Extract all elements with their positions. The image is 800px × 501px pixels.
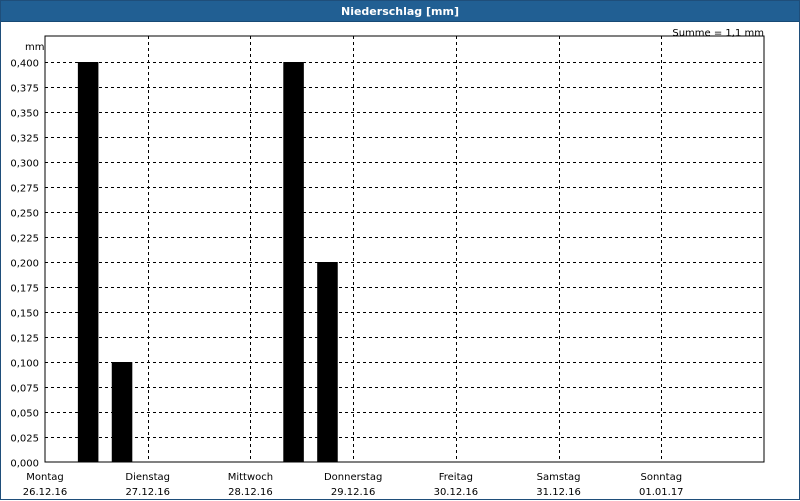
- y-tick-label: 0,025: [10, 434, 39, 445]
- x-date-label: 31.12.16: [536, 487, 581, 498]
- y-tick-label: 0,125: [10, 334, 39, 345]
- precip-bar: [283, 62, 304, 462]
- x-date-label: 30.12.16: [434, 487, 479, 498]
- x-date-label: 26.12.16: [23, 487, 68, 498]
- precip-bar: [77, 62, 99, 462]
- x-day-label: Sonntag: [641, 472, 683, 483]
- y-tick-label: 0,050: [10, 409, 39, 420]
- y-tick-label: 0,275: [10, 184, 39, 195]
- y-tick-label: 0,300: [10, 159, 39, 170]
- y-tick-label: 0,325: [10, 134, 39, 145]
- plot-area: [44, 35, 765, 463]
- x-day-label: Freitag: [439, 472, 473, 483]
- y-tick-label: 0,175: [10, 284, 39, 295]
- precip-bar: [111, 362, 133, 462]
- x-date-label: 28.12.16: [228, 487, 273, 498]
- y-tick-label: 0,075: [10, 384, 39, 395]
- x-date-label: 27.12.16: [125, 487, 170, 498]
- y-tick-label: 0,200: [10, 259, 39, 270]
- y-tick-label: 0,100: [10, 359, 39, 370]
- x-day-label: Donnerstag: [324, 472, 382, 483]
- y-tick-label: 0,350: [10, 109, 39, 120]
- y-tick-label: 0,000: [10, 459, 39, 470]
- precip-bar: [317, 262, 338, 462]
- x-date-label: 01.01.17: [639, 487, 684, 498]
- x-day-label: Dienstag: [125, 472, 170, 483]
- x-date-label: 29.12.16: [331, 487, 376, 498]
- y-tick-label: 0,375: [10, 84, 39, 95]
- y-tick-label: 0,225: [10, 234, 39, 245]
- y-tick-label: 0,400: [10, 59, 39, 70]
- y-tick-label: 0,150: [10, 309, 39, 320]
- chart-window: Niederschlag [mm] Summe = 1,1 mm mm 0,00…: [0, 0, 800, 500]
- x-day-label: Mittwoch: [228, 472, 273, 483]
- precipitation-chart: 0,000 0,025 0,050 0,075 0,100 0,125 0,150 0,175…: [10, 35, 765, 498]
- y-tick-label: 0,250: [10, 209, 39, 220]
- x-day-label: Samstag: [537, 472, 581, 483]
- x-day-label: Montag: [26, 472, 63, 483]
